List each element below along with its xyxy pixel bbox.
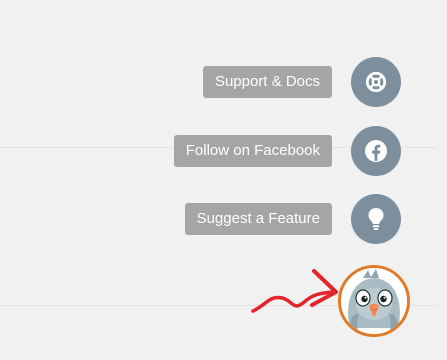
facebook-button[interactable]	[351, 126, 401, 176]
facebook-icon	[365, 140, 387, 162]
lightbulb-icon	[368, 208, 384, 231]
support-docs-label[interactable]: Support & Docs	[202, 66, 332, 98]
bird-mascot-icon	[341, 268, 407, 334]
menu-item-feature[interactable]: Suggest a Feature	[0, 192, 401, 246]
menu-item-facebook[interactable]: Follow on Facebook	[0, 124, 401, 178]
support-docs-button[interactable]	[351, 57, 401, 107]
launcher-button[interactable]	[338, 265, 410, 337]
lifebuoy-icon	[365, 71, 387, 93]
page-background: Support & Docs Follow on Facebook Sugges…	[0, 0, 447, 360]
menu-item-support[interactable]: Support & Docs	[0, 55, 401, 109]
facebook-label[interactable]: Follow on Facebook	[173, 135, 332, 167]
suggest-feature-button[interactable]	[351, 194, 401, 244]
suggest-feature-label[interactable]: Suggest a Feature	[184, 203, 332, 235]
pointer-arrow	[251, 269, 338, 313]
